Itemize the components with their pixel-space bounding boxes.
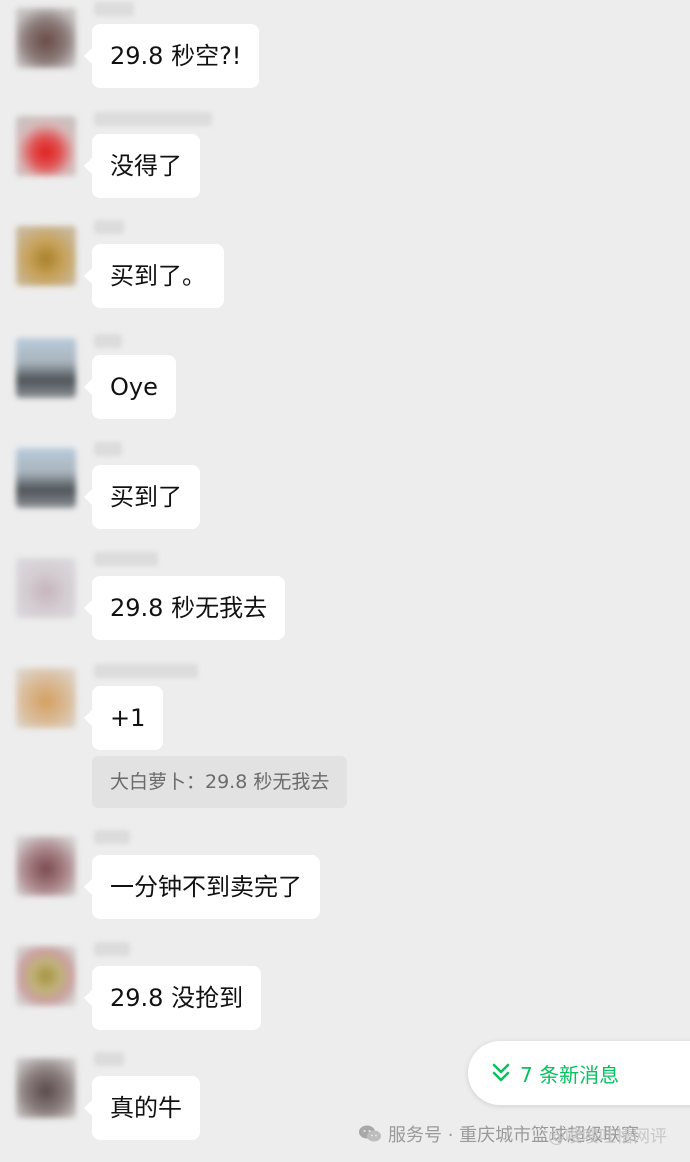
sender-name (94, 2, 134, 16)
new-messages-button[interactable]: 7 条新消息 (468, 1041, 690, 1105)
sender-name (94, 442, 122, 456)
double-chevron-down-icon (492, 1063, 510, 1082)
message-bubble[interactable]: Oye (84, 355, 176, 419)
avatar[interactable] (16, 668, 76, 728)
message-bubble[interactable]: +1 (83, 686, 164, 750)
message-bubble[interactable]: 29.8 秒无我去 (83, 576, 286, 640)
avatar[interactable] (16, 836, 76, 896)
avatar[interactable] (16, 8, 76, 68)
avatar[interactable] (16, 116, 76, 176)
avatar[interactable] (16, 946, 76, 1006)
weibo-watermark: @嗖嗖吐槽网评 (548, 1120, 667, 1148)
message-bubble[interactable]: 买到了。 (84, 244, 224, 308)
avatar[interactable] (16, 226, 76, 286)
sender-name (94, 942, 130, 956)
quoted-message[interactable]: 大白萝卜：29.8 秒无我去 (92, 756, 348, 808)
sender-name (94, 1052, 124, 1066)
message-bubble[interactable]: 真的牛 (84, 1076, 200, 1140)
message-bubble[interactable]: 29.8 秒空?! (83, 24, 260, 88)
message-bubble[interactable]: 没得了 (84, 134, 200, 198)
weibo-watermark-text: @嗖嗖吐槽网评 (548, 1126, 667, 1147)
wechat-icon (359, 1125, 381, 1142)
message-bubble[interactable]: 一分钟不到卖完了 (84, 855, 320, 919)
sender-name (94, 830, 130, 844)
sender-name (94, 112, 212, 126)
sender-name (94, 552, 158, 566)
avatar[interactable] (16, 448, 76, 508)
chat-message-list[interactable]: 29.8 秒空?! 没得了 买到了。 Oye 买到了 29.8 秒无我去 +1 … (0, 0, 690, 1162)
message-bubble[interactable]: 29.8 没抢到 (83, 966, 262, 1030)
new-messages-label: 7 条新消息 (520, 1062, 620, 1087)
sender-name (94, 220, 124, 234)
avatar[interactable] (16, 558, 76, 618)
message-bubble[interactable]: 买到了 (84, 465, 200, 529)
sender-name (94, 664, 198, 678)
avatar[interactable] (16, 1058, 76, 1118)
sender-name (94, 334, 122, 348)
avatar[interactable] (16, 338, 76, 398)
